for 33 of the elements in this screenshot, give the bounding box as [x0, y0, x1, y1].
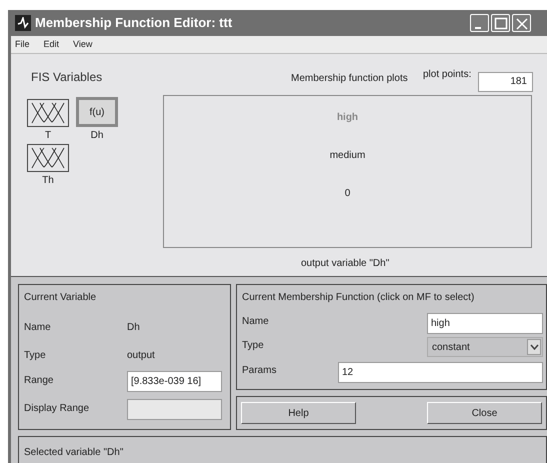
dialog-button[interactable]: Close — [427, 402, 542, 424]
plot-points-label: plot points: — [423, 68, 472, 82]
menu-item[interactable]: File — [15, 38, 30, 52]
plot-caption: output variable "Dh" — [301, 257, 390, 271]
input-field[interactable]: [9.833e-039 16] — [127, 371, 222, 392]
menu-item[interactable]: Edit — [44, 38, 60, 52]
membership-function-label[interactable]: medium — [330, 148, 366, 163]
window-title: Membership Function Editor: ttt — [35, 14, 234, 32]
menu-item[interactable]: View — [73, 38, 92, 52]
plot-title: Membership function plots — [291, 72, 408, 86]
field-label: Range — [24, 374, 54, 388]
type-dropdown[interactable]: constant — [427, 337, 543, 357]
plot-points-field[interactable]: 181 — [478, 72, 533, 92]
field-label: Name — [242, 315, 269, 329]
section-title: FIS Variables — [31, 69, 102, 86]
field-label: Type — [242, 339, 264, 353]
input-field[interactable]: 12 — [338, 362, 543, 383]
input-field[interactable]: high — [427, 313, 543, 334]
variable-label: Th — [42, 174, 54, 188]
field-label: Display Range — [24, 402, 90, 416]
membership-function-label[interactable]: 0 — [344, 186, 350, 201]
panel-title: Current Variable — [24, 291, 96, 305]
field-value: Dh — [127, 321, 140, 335]
status-bar: Selected variable "Dh" — [18, 436, 547, 463]
variable-button[interactable]: f(u) — [76, 97, 118, 127]
field-value: output — [127, 349, 155, 363]
field-label: Params — [242, 364, 276, 378]
variable-label: Dh — [90, 129, 104, 143]
variable-label: T — [44, 129, 52, 143]
dialog-button[interactable]: Help — [241, 402, 356, 424]
field-label: Type — [24, 349, 46, 363]
field-label: Name — [24, 321, 51, 335]
panel-title: Current Membership Function (click on MF to select) — [242, 291, 474, 305]
